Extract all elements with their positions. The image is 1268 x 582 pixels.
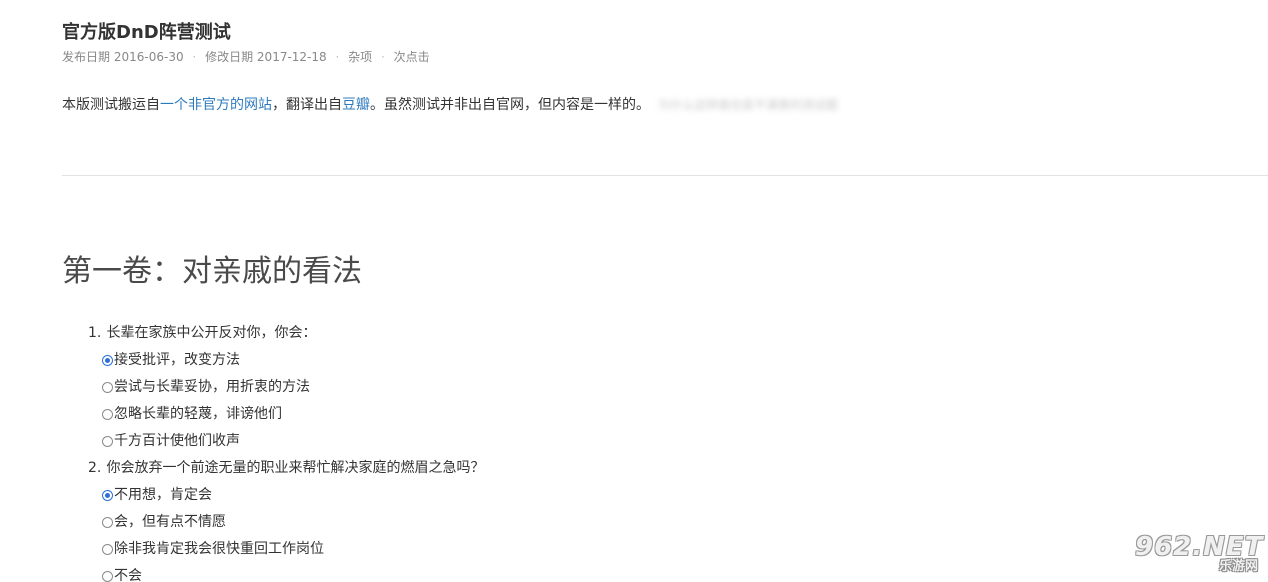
category-link[interactable]: 杂项: [348, 50, 372, 64]
option-label: 不会: [114, 568, 142, 582]
option-no[interactable]: 不会: [88, 563, 484, 582]
intro-suffix: 。虽然测试并非出自官网，但内容是一样的。: [370, 97, 650, 113]
question-text: 2. 你会放弃一个前途无量的职业来帮忙解决家庭的燃眉之急吗？: [88, 455, 484, 482]
option-label: 接受批评，改变方法: [114, 352, 240, 368]
option-reluctant-yes[interactable]: 会，但有点不情愿: [88, 509, 484, 536]
option-label: 不用想，肯定会: [114, 487, 212, 503]
question-label: 你会放弃一个前途无量的职业来帮忙解决家庭的燃眉之急吗？: [106, 460, 485, 476]
option-label: 千方百计使他们收声: [114, 433, 240, 449]
option-ignore-slander[interactable]: 忽略长辈的轻蔑，诽谤他们: [88, 401, 484, 428]
radio-button[interactable]: [102, 544, 113, 555]
post-title: 官方版DnD阵营测试: [62, 22, 231, 43]
option-conditional[interactable]: 除非我肯定我会很快重回工作岗位: [88, 536, 484, 563]
option-silence-them[interactable]: 千方百计使他们收声: [88, 428, 484, 455]
divider: [62, 175, 1268, 176]
meta-separator: ·: [335, 50, 340, 64]
question-number: 1.: [88, 325, 102, 341]
question-label: 长辈在家族中公开反对你，你会：: [106, 325, 317, 341]
question-1: 1. 长辈在家族中公开反对你，你会： 接受批评，改变方法 尝试与长辈妥协，用折衷…: [88, 320, 484, 455]
question-2: 2. 你会放弃一个前途无量的职业来帮忙解决家庭的燃眉之急吗？ 不用想，肯定会 会…: [88, 455, 484, 582]
option-label: 会，但有点不情愿: [114, 514, 226, 530]
watermark-logo: 962.NET 乐游网: [1129, 532, 1266, 578]
radio-button[interactable]: [102, 355, 113, 366]
question-text: 1. 长辈在家族中公开反对你，你会：: [88, 320, 484, 347]
unofficial-site-link[interactable]: 一个非官方的网站: [160, 97, 272, 113]
watermark-subtitle: 乐游网: [1218, 559, 1258, 574]
radio-button[interactable]: [102, 436, 113, 447]
intro-paragraph: 本版测试搬运自一个非官方的网站，翻译出自豆瓣。虽然测试并非出自官网，但内容是一样…: [62, 95, 838, 115]
option-label: 忽略长辈的轻蔑，诽谤他们: [114, 406, 282, 422]
radio-button[interactable]: [102, 382, 113, 393]
modified-label: 修改日期: [205, 50, 254, 64]
post-meta: 发布日期 2016-06-30 · 修改日期 2017-12-18 · 杂项 ·…: [62, 49, 430, 65]
section-heading: 第一卷：对亲戚的看法: [62, 254, 362, 289]
option-label: 尝试与长辈妥协，用折衷的方法: [114, 379, 310, 395]
meta-separator: ·: [192, 50, 197, 64]
option-definitely-yes[interactable]: 不用想，肯定会: [88, 482, 484, 509]
douban-link[interactable]: 豆瓣: [342, 97, 370, 113]
question-list: 1. 长辈在家族中公开反对你，你会： 接受批评，改变方法 尝试与长辈妥协，用折衷…: [88, 320, 484, 582]
published-date: 2016-06-30: [113, 50, 184, 64]
radio-button[interactable]: [102, 409, 113, 420]
view-count: 次点击: [393, 50, 430, 64]
published-label: 发布日期: [62, 50, 111, 64]
option-label: 除非我肯定我会很快重回工作岗位: [114, 541, 324, 557]
option-accept-criticism[interactable]: 接受批评，改变方法: [88, 347, 484, 374]
radio-button[interactable]: [102, 517, 113, 528]
meta-separator: ·: [381, 50, 385, 64]
blurred-text: 为什么这样做也是不满意的测试题: [658, 98, 839, 112]
radio-button[interactable]: [102, 490, 113, 501]
intro-prefix: 本版测试搬运自: [62, 97, 160, 113]
page: 官方版DnD阵营测试 发布日期 2016-06-30 · 修改日期 2017-1…: [0, 0, 1268, 582]
question-number: 2.: [88, 460, 102, 476]
intro-middle: ，翻译出自: [272, 97, 342, 113]
modified-date: 2017-12-18: [256, 50, 327, 64]
option-compromise[interactable]: 尝试与长辈妥协，用折衷的方法: [88, 374, 484, 401]
radio-button[interactable]: [102, 571, 113, 582]
